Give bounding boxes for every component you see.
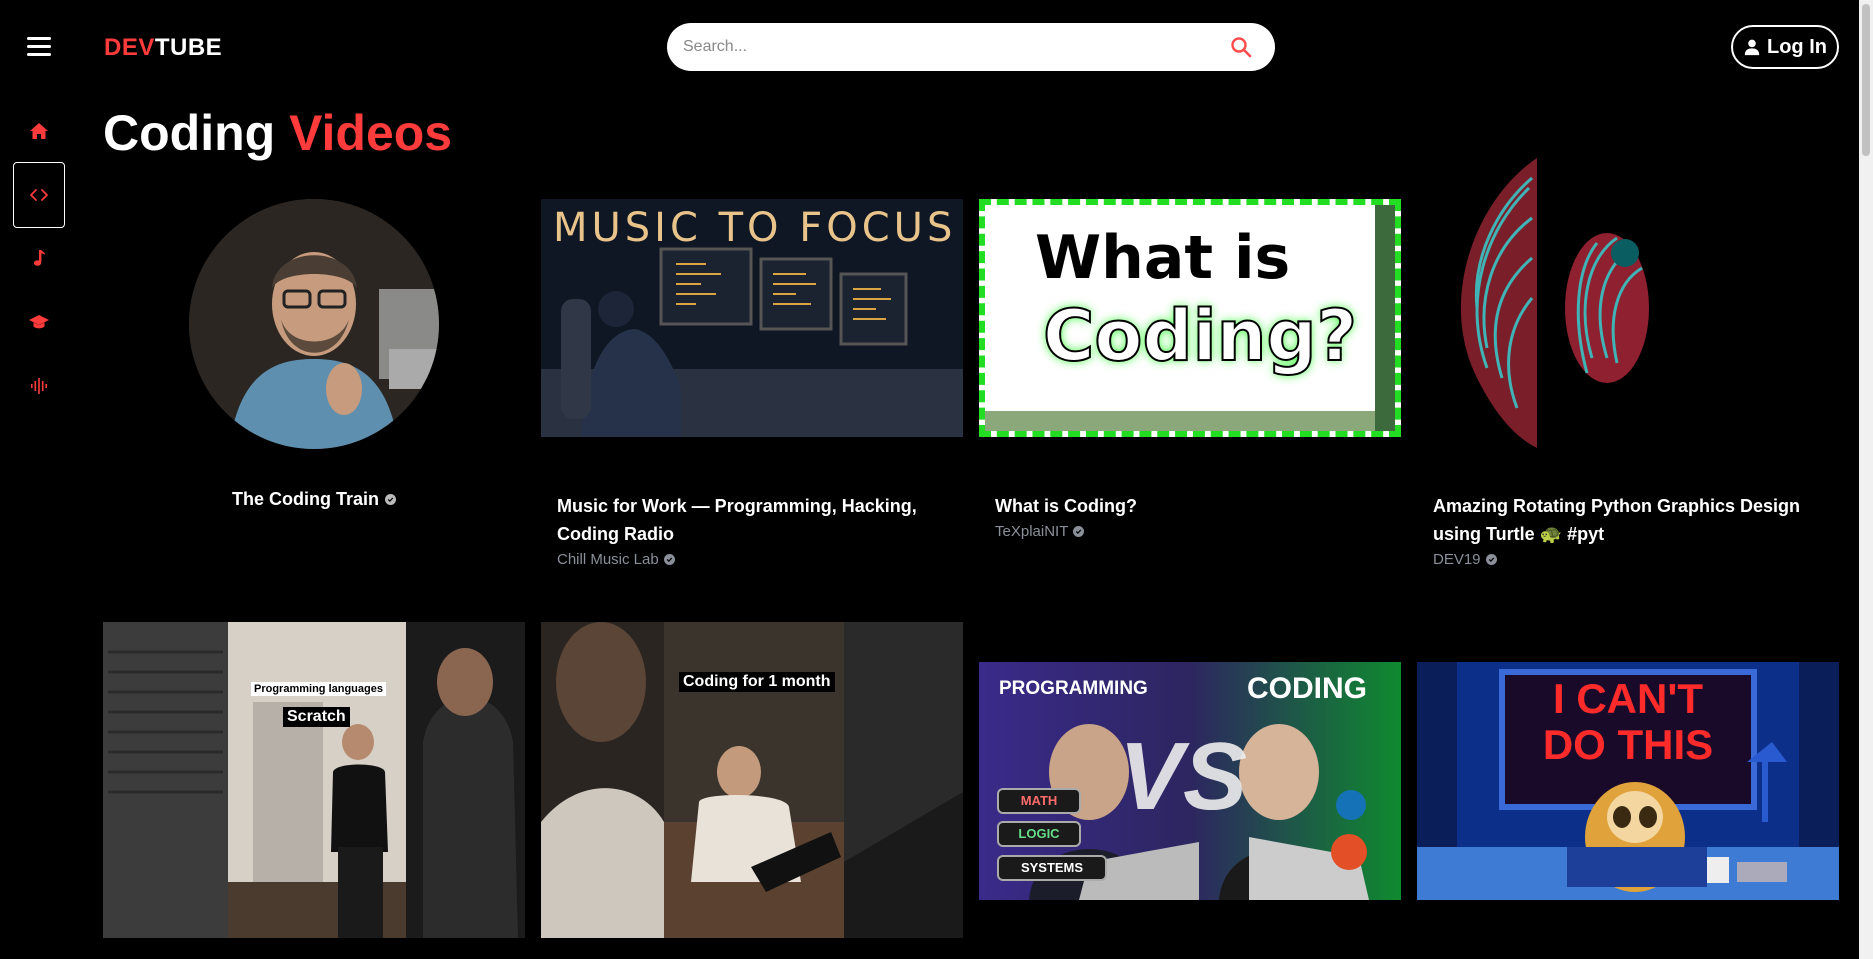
audio-wave-icon xyxy=(31,378,47,394)
verified-icon xyxy=(385,493,396,505)
thumbnail-bar xyxy=(985,411,1395,431)
thumbnail-text-2: Scratch xyxy=(283,707,350,727)
sidebar-item-music[interactable] xyxy=(13,226,65,290)
thumbnail-right-label: CODING xyxy=(1247,672,1367,705)
channel-row: DEV19 xyxy=(1433,551,1497,568)
video-card[interactable]: MUSIC TO FOCUS Music for Work — Programm… xyxy=(541,199,963,579)
sidebar-item-education[interactable] xyxy=(13,290,65,354)
scrollbar[interactable] xyxy=(1859,0,1873,959)
video-thumbnail: I CAN'T DO THIS xyxy=(1417,662,1839,900)
video-thumbnail xyxy=(1417,158,1839,450)
video-card[interactable]: Programming languages Scratch xyxy=(103,622,525,938)
hamburger-menu-icon[interactable] xyxy=(27,37,51,57)
channel-avatar xyxy=(189,199,439,449)
video-title[interactable]: Music for Work — Programming, Hacking, C… xyxy=(557,492,947,548)
channel-name: The Coding Train xyxy=(232,489,379,509)
video-card[interactable]: Coding for 1 month xyxy=(541,622,963,938)
video-thumbnail: PROGRAMMING CODING VS MATH LOGIC SYSTEMS xyxy=(979,662,1401,900)
logo-tube: TUBE xyxy=(154,34,223,61)
thumbnail-text-2: DO THIS xyxy=(1542,721,1714,768)
login-button[interactable]: Log In xyxy=(1731,25,1839,69)
page-title-main: Coding xyxy=(103,105,276,161)
verified-icon xyxy=(1485,554,1497,565)
verified-icon xyxy=(663,554,675,565)
graduation-cap-icon xyxy=(29,315,49,329)
channel-name[interactable]: TeXplaiNIT xyxy=(995,523,1068,540)
tag-math: MATH xyxy=(997,788,1081,814)
video-thumbnail: MUSIC TO FOCUS xyxy=(541,199,963,437)
tag-logic: LOGIC xyxy=(997,821,1081,847)
page-title-accent: Videos xyxy=(289,105,453,161)
verified-icon xyxy=(1073,526,1085,537)
user-icon xyxy=(1744,39,1760,56)
scrollbar-thumb[interactable] xyxy=(1862,4,1870,156)
video-thumbnail: Coding for 1 month xyxy=(541,622,963,938)
video-card[interactable]: I CAN'T DO THIS xyxy=(1417,662,1839,900)
sidebar-item-podcast[interactable] xyxy=(13,354,65,418)
thumbnail-text: MUSIC TO FOCUS xyxy=(553,205,957,251)
sidebar-item-coding[interactable] xyxy=(13,162,65,228)
video-card[interactable]: PROGRAMMING CODING VS MATH LOGIC SYSTEMS xyxy=(979,662,1401,900)
channel-name-row: The Coding Train xyxy=(103,485,525,513)
logo[interactable]: DEVTUBE xyxy=(104,34,222,62)
logo-dev: DEV xyxy=(104,34,155,61)
video-title[interactable]: Amazing Rotating Python Graphics Design … xyxy=(1433,492,1823,548)
channel-row: Chill Music Lab xyxy=(557,551,675,568)
video-thumbnail: Programming languages Scratch xyxy=(103,622,525,938)
search-icon[interactable] xyxy=(1229,35,1253,59)
channel-card[interactable]: The Coding Train xyxy=(103,160,525,520)
page-title: Coding Videos xyxy=(103,104,452,162)
sidebar-item-home[interactable] xyxy=(13,99,65,163)
thumbnail-left-label: PROGRAMMING xyxy=(999,678,1148,699)
video-card[interactable]: What is Coding? What is Coding? TeXplaiN… xyxy=(979,199,1401,579)
channel-name[interactable]: DEV19 xyxy=(1433,551,1481,568)
thumbnail-side xyxy=(1375,205,1395,431)
thumbnail-vs: VS xyxy=(1119,723,1248,830)
search-bar xyxy=(667,23,1275,71)
music-note-icon xyxy=(33,250,45,266)
search-input[interactable] xyxy=(683,38,1203,56)
thumbnail-text-1: What is xyxy=(1035,223,1291,293)
video-thumbnail: What is Coding? xyxy=(979,199,1401,437)
thumbnail-text: Coding for 1 month xyxy=(679,672,835,692)
thumbnail-text-1: Programming languages xyxy=(251,682,386,696)
thumbnail-text-2: Coding? xyxy=(1042,294,1358,378)
channel-row: TeXplaiNIT xyxy=(995,523,1085,540)
home-icon xyxy=(30,123,48,139)
code-icon xyxy=(30,189,48,201)
tag-systems: SYSTEMS xyxy=(997,855,1107,881)
video-title[interactable]: What is Coding? xyxy=(995,492,1385,520)
login-label: Log In xyxy=(1767,35,1827,58)
channel-name[interactable]: Chill Music Lab xyxy=(557,551,659,568)
thumbnail-text-1: I CAN'T xyxy=(1553,675,1703,722)
video-card[interactable]: Amazing Rotating Python Graphics Design … xyxy=(1417,158,1839,578)
